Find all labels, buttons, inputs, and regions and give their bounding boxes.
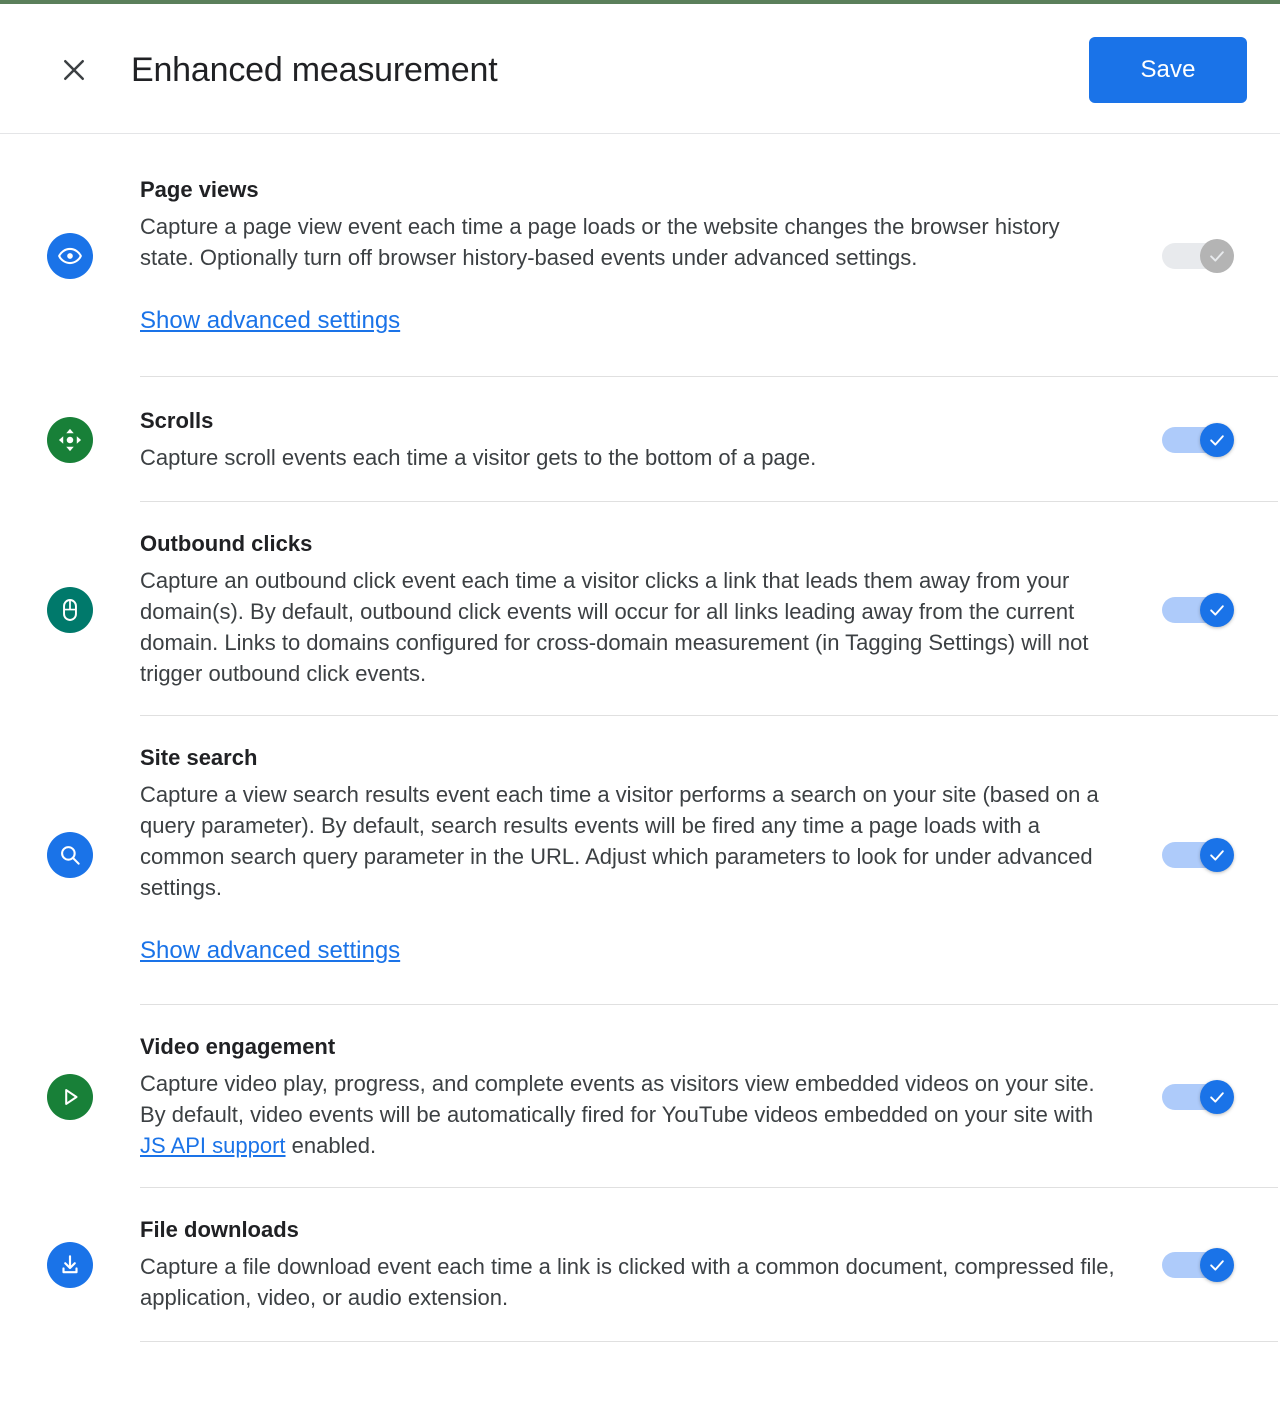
icon-column (0, 233, 140, 279)
text-column: Site search Capture a view search result… (140, 744, 1140, 966)
toggle-column (1140, 423, 1280, 457)
check-icon (1210, 1092, 1224, 1103)
eye-icon (47, 233, 93, 279)
text-column: Video engagement Capture video play, pro… (140, 1033, 1140, 1161)
setting-description: Capture scroll events each time a visito… (140, 445, 817, 470)
play-icon (47, 1074, 93, 1120)
text-column: Scrolls Capture scroll events each time … (140, 407, 1140, 473)
toggle-scrolls[interactable] (1162, 423, 1234, 457)
close-icon-glyph (64, 60, 84, 80)
js-api-support-link[interactable]: JS API support (140, 1133, 286, 1158)
description-text-before-link: Capture video play, progress, and comple… (140, 1071, 1095, 1127)
toggle-site-search[interactable] (1162, 838, 1234, 872)
search-icon (47, 832, 93, 878)
icon-column (0, 586, 140, 633)
toggle-file-downloads[interactable] (1162, 1247, 1234, 1282)
toggle-page-views (1162, 239, 1234, 273)
toggle-outbound-clicks[interactable] (1162, 592, 1234, 627)
scroll-move-icon (47, 417, 93, 463)
setting-row-outbound-clicks: Outbound clicks Capture an outbound clic… (0, 502, 1280, 715)
play-icon-glyph (65, 1089, 78, 1105)
setting-row-scrolls: Scrolls Capture scroll events each time … (0, 377, 1280, 501)
setting-row-video-engagement: Video engagement Capture video play, pro… (0, 1005, 1280, 1187)
setting-description: Capture video play, progress, and comple… (140, 1068, 1116, 1161)
toggle-column (1140, 592, 1280, 627)
toggle-column (1140, 1247, 1280, 1282)
mouse-icon-glyph (63, 598, 77, 621)
toggle-knob (1200, 239, 1234, 273)
toggle-column (1140, 838, 1280, 872)
setting-title: Scrolls (140, 408, 214, 433)
text-column: File downloads Capture a file download e… (140, 1216, 1140, 1313)
show-advanced-settings-link-page-views[interactable]: Show advanced settings (140, 306, 400, 336)
icon-column (0, 417, 140, 463)
setting-row-site-search: Site search Capture a view search result… (0, 716, 1280, 1004)
setting-title: File downloads (140, 1217, 299, 1242)
description-text-after-link: enabled. (285, 1133, 377, 1158)
icon-column (0, 832, 140, 878)
check-icon (1210, 435, 1224, 446)
text-column: Page views Capture a page view event eac… (140, 176, 1140, 336)
page-title: Enhanced measurement (131, 51, 498, 89)
check-icon (1210, 251, 1224, 262)
search-icon-glyph (61, 846, 80, 865)
check-icon (1210, 1259, 1224, 1271)
setting-title: Video engagement (140, 1034, 336, 1059)
setting-title: Page views (140, 177, 259, 202)
eye-icon-glyph (58, 247, 82, 265)
icon-column (0, 1074, 140, 1120)
toggle-column (1140, 239, 1280, 273)
icon-column (0, 1241, 140, 1288)
toggle-knob (1200, 838, 1234, 872)
toggle-knob (1200, 1247, 1234, 1282)
toggle-knob (1200, 592, 1234, 627)
divider (140, 1341, 1278, 1342)
download-icon-glyph (62, 1254, 78, 1273)
check-icon (1210, 850, 1224, 861)
toggle-knob (1200, 1080, 1234, 1114)
toggle-column (1140, 1080, 1280, 1114)
toggle-video-engagement[interactable] (1162, 1080, 1234, 1114)
setting-title: Outbound clicks (140, 531, 313, 556)
toggle-knob (1200, 423, 1234, 457)
setting-description: Capture an outbound click event each tim… (140, 568, 1089, 686)
setting-description: Capture a view search results event each… (140, 782, 1099, 900)
setting-description: Capture a page view event each time a pa… (140, 214, 1060, 270)
setting-description: Capture a file download event each time … (140, 1254, 1115, 1310)
show-advanced-settings-link-site-search[interactable]: Show advanced settings (140, 936, 400, 966)
setting-row-page-views: Page views Capture a page view event eac… (0, 134, 1280, 376)
save-button[interactable]: Save (1089, 37, 1247, 103)
download-icon (47, 1241, 93, 1288)
scroll-move-icon-glyph (58, 428, 82, 452)
enhanced-measurement-settings-list: Page views Capture a page view event eac… (0, 134, 1280, 1342)
check-icon (1210, 604, 1224, 616)
text-column: Outbound clicks Capture an outbound clic… (140, 530, 1140, 689)
dialog-header: Enhanced measurement Save (0, 4, 1280, 134)
close-icon[interactable] (54, 50, 94, 90)
setting-row-file-downloads: File downloads Capture a file download e… (0, 1188, 1280, 1341)
mouse-icon (47, 586, 93, 633)
setting-title: Site search (140, 745, 258, 770)
